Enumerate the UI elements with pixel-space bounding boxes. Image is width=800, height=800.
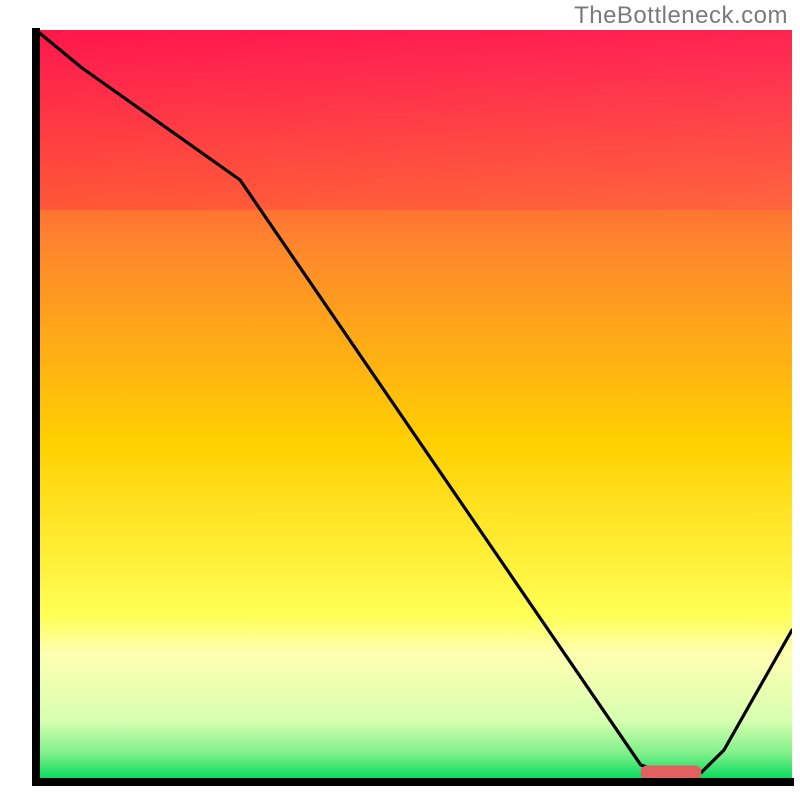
attribution-text: TheBottleneck.com [574, 2, 788, 30]
chart-container: { "attribution": "TheBottleneck.com", "c… [0, 0, 800, 800]
plot-area [36, 30, 792, 780]
optimal-marker [641, 766, 702, 780]
bottleneck-chart [0, 0, 800, 800]
